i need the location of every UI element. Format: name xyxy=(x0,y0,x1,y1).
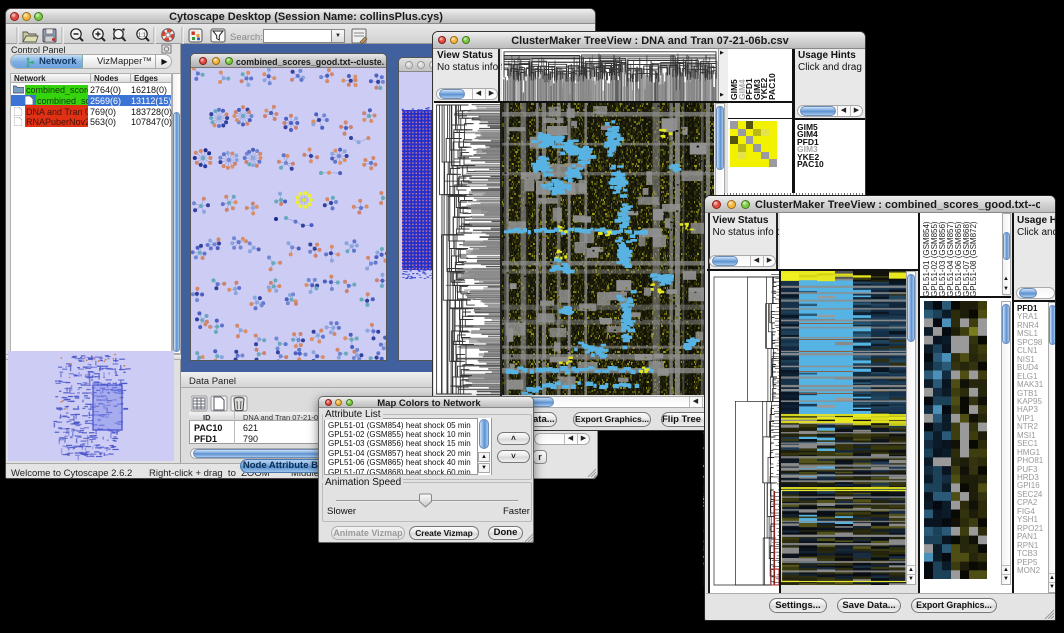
svg-text:Search:: Search: xyxy=(230,32,263,43)
svg-text:1:1: 1:1 xyxy=(138,32,146,38)
